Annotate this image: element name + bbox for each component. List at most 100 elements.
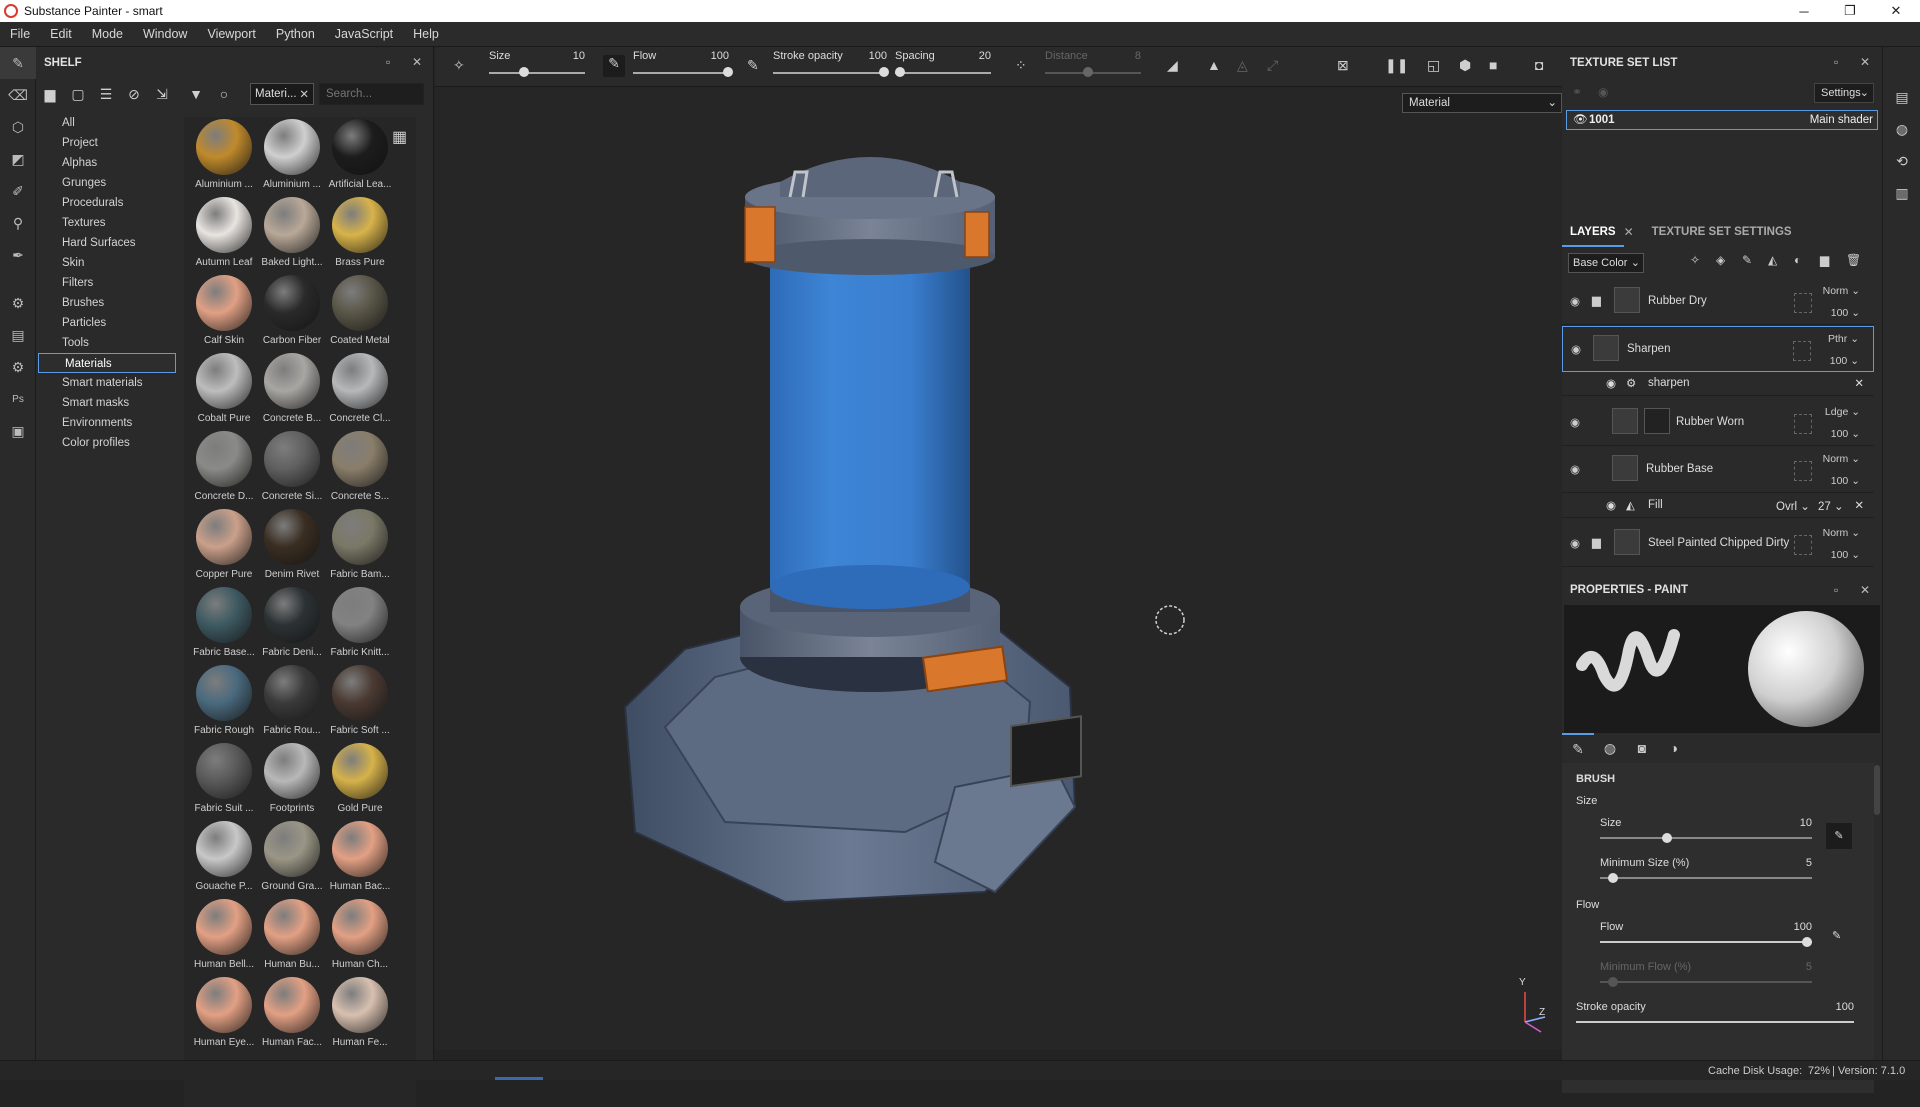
material-tab-icon[interactable]: ◑ — [1658, 733, 1690, 763]
flow-pressure-icon[interactable]: ✎ — [1832, 929, 1841, 942]
texture-set-row[interactable]: 👁 1001 Main shader — [1566, 110, 1878, 130]
material-thumbnail[interactable]: Concrete Cl... — [326, 353, 394, 431]
material-thumbnail[interactable]: Human Eye... — [190, 977, 258, 1055]
spacing-knob[interactable] — [895, 67, 905, 77]
material-thumbnail[interactable]: Fabric Rou... — [258, 665, 326, 743]
effect-row-sharpen[interactable]: ◉ ⚙ sharpen ✕ — [1562, 372, 1874, 396]
blend-mode[interactable]: Ldge ⌄ — [1825, 406, 1860, 418]
menu-window[interactable]: Window — [133, 27, 197, 41]
prop-stroke-slider[interactable]: Stroke opacity 100 — [1562, 1001, 1874, 1031]
fill-value[interactable]: 27 ⌄ — [1818, 499, 1844, 513]
display-settings-icon[interactable]: ▤ — [1883, 81, 1920, 113]
grid-view-icon[interactable]: ▦ — [392, 127, 407, 147]
blend-mode[interactable]: Norm ⌄ — [1823, 285, 1860, 297]
float-properties-icon[interactable]: ▫ — [1834, 583, 1838, 597]
remove-effect-icon[interactable]: ✕ — [1854, 376, 1864, 390]
folder-icon[interactable]: ▆ — [36, 82, 64, 106]
menu-mode[interactable]: Mode — [82, 27, 133, 41]
hide-icon[interactable]: ⊘ — [120, 82, 148, 106]
remove-effect-icon[interactable]: ✕ — [1854, 498, 1864, 512]
material-thumbnail[interactable]: Fabric Bam... — [326, 509, 394, 587]
tsl-settings-dropdown[interactable]: Settings ⌄ — [1814, 83, 1874, 103]
material-thumbnail[interactable]: Cobalt Pure — [190, 353, 258, 431]
list-icon[interactable]: ☰ — [92, 82, 120, 106]
delete-layer-icon[interactable]: 🗑 — [1846, 253, 1861, 267]
filter-icon[interactable]: ▼ — [182, 82, 210, 106]
paint-brush-icon[interactable]: ✎ — [0, 47, 36, 79]
menu-viewport[interactable]: Viewport — [197, 27, 265, 41]
view-3d-icon[interactable]: ⬢ — [1459, 57, 1471, 74]
shelf-category-environments[interactable]: Environments — [36, 413, 178, 433]
material-thumbnail[interactable]: Human Bu... — [258, 899, 326, 977]
float-tsl-icon[interactable]: ▫ — [1834, 55, 1838, 69]
layer-mask-slot[interactable] — [1794, 535, 1812, 555]
material-thumbnail[interactable]: Coated Metal — [326, 275, 394, 353]
eye-icon[interactable]: ◉ — [1570, 536, 1580, 550]
close-shelf-icon[interactable]: ✕ — [412, 55, 422, 69]
layer-opacity[interactable]: 100 ⌄ — [1831, 549, 1860, 561]
clone-stamp-icon[interactable]: ⚲ — [0, 207, 36, 239]
filter-chip-materials[interactable]: Materi... ✕ — [250, 83, 314, 105]
eye-icon[interactable]: ◉ — [1606, 376, 1616, 390]
shelf-category-smart-masks[interactable]: Smart masks — [36, 393, 178, 413]
material-thumbnail[interactable]: Concrete Si... — [258, 431, 326, 509]
eye-icon[interactable]: ◉ — [1570, 462, 1580, 476]
layer-row[interactable]: ◉ Rubber Base Norm ⌄ 100 ⌄ — [1562, 447, 1874, 493]
alpha-tab-icon[interactable]: ◍ — [1594, 733, 1626, 763]
shelf-category-tools[interactable]: Tools — [36, 333, 178, 353]
fill-mode[interactable]: Ovrl ⌄ — [1776, 499, 1810, 513]
menu-edit[interactable]: Edit — [40, 27, 82, 41]
shader-settings-icon[interactable]: ◍ — [1883, 113, 1920, 145]
prop-min-size-knob[interactable] — [1608, 873, 1618, 883]
pause-icon[interactable]: ❚❚ — [1385, 57, 1408, 74]
channel-select[interactable]: Base Color ⌄ — [1568, 253, 1644, 273]
maximize-icon[interactable]: ❐ — [1830, 0, 1870, 22]
shelf-category-procedurals[interactable]: Procedurals — [36, 193, 178, 213]
layer-opacity[interactable]: 100 ⌄ — [1831, 475, 1860, 487]
eye-icon[interactable]: ◉ — [1570, 294, 1580, 308]
material-thumbnail[interactable]: Fabric Rough — [190, 665, 258, 743]
add-mask-icon[interactable]: ◐ — [1794, 253, 1801, 267]
menu-file[interactable]: File — [0, 27, 40, 41]
export-icon[interactable]: ▣ — [0, 415, 36, 447]
distance-slider[interactable]: Distance 8 — [1045, 47, 1141, 87]
shelf-search-input[interactable] — [319, 83, 424, 105]
log-icon[interactable]: ▥ — [1883, 177, 1920, 209]
shelf-category-particles[interactable]: Particles — [36, 313, 178, 333]
stroke-path-icon[interactable]: ⁘ — [1015, 57, 1027, 74]
prop-min-size-slider[interactable]: Minimum Size (%) 5 — [1562, 857, 1874, 887]
material-thumbnail[interactable]: Human Bell... — [190, 899, 258, 977]
prop-min-flow-slider[interactable]: Minimum Flow (%) 5 — [1562, 961, 1874, 991]
layer-row[interactable]: ◉ ▆ Steel Painted Chipped Dirty Norm ⌄ 100 ⌄ — [1562, 521, 1874, 567]
eraser-icon[interactable]: ⌫ — [0, 79, 36, 111]
prop-size-knob[interactable] — [1662, 833, 1672, 843]
close-properties-icon[interactable]: ✕ — [1860, 583, 1870, 597]
material-thumbnail[interactable]: Fabric Base... — [190, 587, 258, 665]
layer-row[interactable]: ◉ Sharpen Pthr ⌄ 100 ⌄ — [1562, 326, 1874, 372]
material-thumbnail[interactable]: Gold Pure — [326, 743, 394, 821]
photoshop-icon[interactable]: Ps — [0, 383, 36, 415]
stroke-opacity-knob[interactable] — [879, 67, 889, 77]
layer-opacity[interactable]: 100 ⌄ — [1831, 428, 1860, 440]
properties-scrollbar[interactable] — [1874, 765, 1880, 815]
material-thumbnail[interactable]: Human Ch... — [326, 899, 394, 977]
menu-help[interactable]: Help — [403, 27, 449, 41]
prop-min-flow-knob[interactable] — [1608, 977, 1618, 987]
tab-layers[interactable]: LAYERS — [1562, 217, 1624, 247]
layer-row[interactable]: ◉ ▆ Rubber Dry Norm ⌄ 100 ⌄ — [1562, 279, 1874, 325]
shelf-category-filters[interactable]: Filters — [36, 273, 178, 293]
layer-mask-slot[interactable] — [1794, 293, 1812, 313]
view-2d-icon[interactable]: ◱ — [1427, 57, 1440, 74]
spacing-slider[interactable]: Spacing 20 — [895, 47, 991, 87]
menu-javascript[interactable]: JavaScript — [325, 27, 403, 41]
shelf-category-brushes[interactable]: Brushes — [36, 293, 178, 313]
shelf-category-smart-materials[interactable]: Smart materials — [36, 373, 178, 393]
close-tsl-icon[interactable]: ✕ — [1860, 55, 1870, 69]
lazy-mouse-icon[interactable]: ✧ — [453, 57, 465, 74]
close-layers-tab-icon[interactable]: ✕ — [1624, 225, 1634, 239]
color-picker-icon[interactable]: ✒ — [0, 239, 36, 271]
shelf-category-color-profiles[interactable]: Color profiles — [36, 433, 178, 453]
material-thumbnail[interactable]: Artificial Lea... — [326, 119, 394, 197]
shelf-category-textures[interactable]: Textures — [36, 213, 178, 233]
polygon-fill-icon[interactable]: ◩ — [0, 143, 36, 175]
